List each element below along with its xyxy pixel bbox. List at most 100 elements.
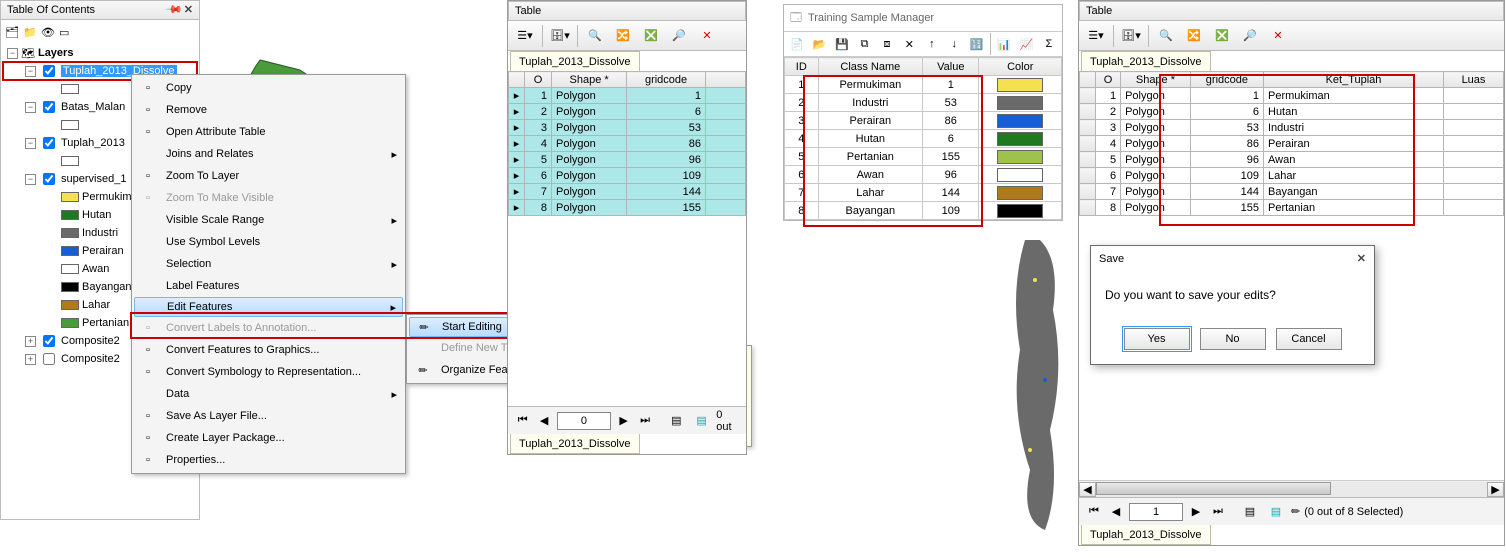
table-row[interactable]: 6Awan96 bbox=[785, 166, 1062, 184]
save-icon[interactable]: 💾 bbox=[833, 33, 851, 55]
table-row[interactable]: 3Perairan86 bbox=[785, 112, 1062, 130]
collapse-icon[interactable]: − bbox=[25, 66, 36, 77]
yes-button[interactable]: Yes bbox=[1124, 328, 1190, 350]
related-tables-icon[interactable]: 🗄▾ bbox=[1120, 25, 1142, 47]
collapse-icon[interactable]: − bbox=[25, 138, 36, 149]
table-options-icon[interactable]: ☰▾ bbox=[514, 25, 536, 47]
column-header[interactable]: gridcode bbox=[627, 72, 706, 88]
color-swatch[interactable] bbox=[997, 186, 1043, 200]
table-row[interactable]: ▸3Polygon53 bbox=[509, 120, 746, 136]
layer-visibility-checkbox[interactable] bbox=[43, 65, 55, 77]
layer-visibility-checkbox[interactable] bbox=[43, 173, 55, 185]
zoom-selected-icon[interactable]: 🔎 bbox=[1239, 25, 1261, 47]
delete-icon[interactable]: ✕ bbox=[696, 25, 718, 47]
menu-item[interactable]: ▫ Create Layer Package... bbox=[134, 427, 403, 449]
new-icon[interactable]: 📄 bbox=[788, 33, 806, 55]
table-row[interactable]: 7Lahar144 bbox=[785, 184, 1062, 202]
switch-selection-icon[interactable]: 🔀 bbox=[612, 25, 634, 47]
table-row[interactable]: ▸8Polygon155 bbox=[509, 200, 746, 216]
color-swatch[interactable] bbox=[997, 168, 1043, 182]
table-row[interactable]: 7Polygon144Bayangan bbox=[1080, 184, 1504, 200]
column-header[interactable]: ID bbox=[785, 58, 819, 76]
open-icon[interactable]: 📂 bbox=[810, 33, 828, 55]
list-by-visibility-icon[interactable]: 👁 bbox=[41, 26, 57, 42]
clear-selection-icon[interactable]: ❎ bbox=[1211, 25, 1233, 47]
color-swatch[interactable] bbox=[997, 204, 1043, 218]
layer-visibility-checkbox[interactable] bbox=[43, 137, 55, 149]
collapse-icon[interactable]: − bbox=[25, 102, 36, 113]
column-header[interactable]: Ket_Tuplah bbox=[1264, 72, 1444, 88]
map-view-right[interactable] bbox=[1005, 230, 1077, 540]
menu-item[interactable]: Use Symbol Levels bbox=[134, 231, 403, 253]
layer-visibility-checkbox[interactable] bbox=[43, 101, 55, 113]
table-row[interactable]: 5Pertanian155 bbox=[785, 148, 1062, 166]
layer-visibility-checkbox[interactable] bbox=[43, 353, 55, 365]
menu-item[interactable]: ▫ Properties... bbox=[134, 449, 403, 471]
record-number-input[interactable] bbox=[557, 412, 611, 430]
expand-icon[interactable]: + bbox=[25, 354, 36, 365]
column-header[interactable]: O bbox=[525, 72, 552, 88]
menu-item[interactable]: Data ▸ bbox=[134, 383, 403, 405]
no-button[interactable]: No bbox=[1200, 328, 1266, 350]
table-row[interactable]: 6Polygon109Lahar bbox=[1080, 168, 1504, 184]
color-swatch[interactable] bbox=[997, 132, 1043, 146]
prev-record-button[interactable]: ◀ bbox=[1107, 503, 1125, 521]
attribute-grid[interactable]: OShape *gridcode ▸1Polygon1 ▸2Polygon6 ▸… bbox=[508, 71, 746, 216]
list-by-drawing-icon[interactable]: 🗂 bbox=[5, 26, 21, 42]
pin-icon[interactable]: 📌 bbox=[162, 0, 186, 22]
horizontal-scrollbar[interactable]: ◀ ▶ bbox=[1079, 480, 1504, 497]
table-tab[interactable]: Tuplah_2013_Dissolve bbox=[1081, 51, 1211, 71]
menu-item[interactable]: Edit Features ▸ bbox=[134, 297, 403, 317]
color-swatch[interactable] bbox=[997, 78, 1043, 92]
scroll-left-button[interactable]: ◀ bbox=[1079, 482, 1096, 497]
show-selected-icon[interactable]: ▤ bbox=[691, 410, 712, 432]
column-header[interactable]: Shape * bbox=[1121, 72, 1191, 88]
table-row[interactable]: 8Polygon155Pertanian bbox=[1080, 200, 1504, 216]
menu-item[interactable]: ▫ Save As Layer File... bbox=[134, 405, 403, 427]
switch-selection-icon[interactable]: 🔀 bbox=[1183, 25, 1205, 47]
color-swatch[interactable] bbox=[997, 150, 1043, 164]
menu-item[interactable]: ▫ Open Attribute Table bbox=[134, 121, 403, 143]
bottom-tab[interactable]: Tuplah_2013_Dissolve bbox=[1081, 525, 1211, 545]
menu-item[interactable]: ▫ Zoom To Layer bbox=[134, 165, 403, 187]
menu-item[interactable]: ▫ Convert Features to Graphics... bbox=[134, 339, 403, 361]
table-row[interactable]: 3Polygon53Industri bbox=[1080, 120, 1504, 136]
menu-item[interactable]: Visible Scale Range ▸ bbox=[134, 209, 403, 231]
color-swatch[interactable] bbox=[997, 114, 1043, 128]
table-row[interactable]: 1Polygon1Permukiman bbox=[1080, 88, 1504, 104]
histogram-icon[interactable]: 📊 bbox=[995, 33, 1013, 55]
column-header[interactable]: gridcode bbox=[1190, 72, 1263, 88]
prev-record-button[interactable]: ◀ bbox=[535, 412, 552, 430]
table-row[interactable]: ▸4Polygon86 bbox=[509, 136, 746, 152]
menu-item[interactable]: ▫ Remove bbox=[134, 99, 403, 121]
layer-visibility-checkbox[interactable] bbox=[43, 335, 55, 347]
menu-item[interactable]: Label Features bbox=[134, 275, 403, 297]
first-record-button[interactable]: ⏮ bbox=[514, 412, 531, 430]
column-header[interactable]: Class Name bbox=[818, 58, 923, 76]
layers-root[interactable]: − 🗺 Layers bbox=[3, 44, 197, 62]
table-row[interactable]: 1Permukiman1 bbox=[785, 76, 1062, 94]
table-row[interactable]: ▸7Polygon144 bbox=[509, 184, 746, 200]
table-row[interactable]: 2Polygon6Hutan bbox=[1080, 104, 1504, 120]
table-row[interactable]: 4Hutan6 bbox=[785, 130, 1062, 148]
menu-item[interactable]: ▫ Copy bbox=[134, 77, 403, 99]
table-options-icon[interactable]: ☰▾ bbox=[1085, 25, 1107, 47]
first-record-button[interactable]: ⏮ bbox=[1085, 503, 1103, 521]
column-header[interactable]: Value bbox=[923, 58, 979, 76]
bottom-tab[interactable]: Tuplah_2013_Dissolve bbox=[510, 434, 640, 454]
collapse-icon[interactable]: − bbox=[25, 174, 36, 185]
column-header[interactable]: Luas bbox=[1444, 72, 1504, 88]
scatter-icon[interactable]: 📈 bbox=[1017, 33, 1035, 55]
next-record-button[interactable]: ▶ bbox=[615, 412, 632, 430]
menu-item[interactable]: ▫ Convert Symbology to Representation... bbox=[134, 361, 403, 383]
table-row[interactable]: ▸1Polygon1 bbox=[509, 88, 746, 104]
show-selected-icon[interactable]: ▤ bbox=[1265, 501, 1287, 523]
last-record-button[interactable]: ⏭ bbox=[1209, 503, 1227, 521]
attribute-grid[interactable]: OShape *gridcodeKet_TuplahLuas 1Polygon1… bbox=[1079, 71, 1504, 216]
column-header[interactable]: Shape * bbox=[552, 72, 627, 88]
close-icon[interactable]: ✕ bbox=[1357, 246, 1366, 272]
expand-icon[interactable]: + bbox=[25, 336, 36, 347]
show-all-icon[interactable]: ▤ bbox=[1239, 501, 1261, 523]
last-record-button[interactable]: ⏭ bbox=[636, 412, 653, 430]
select-by-attr-icon[interactable]: 🔍 bbox=[584, 25, 606, 47]
